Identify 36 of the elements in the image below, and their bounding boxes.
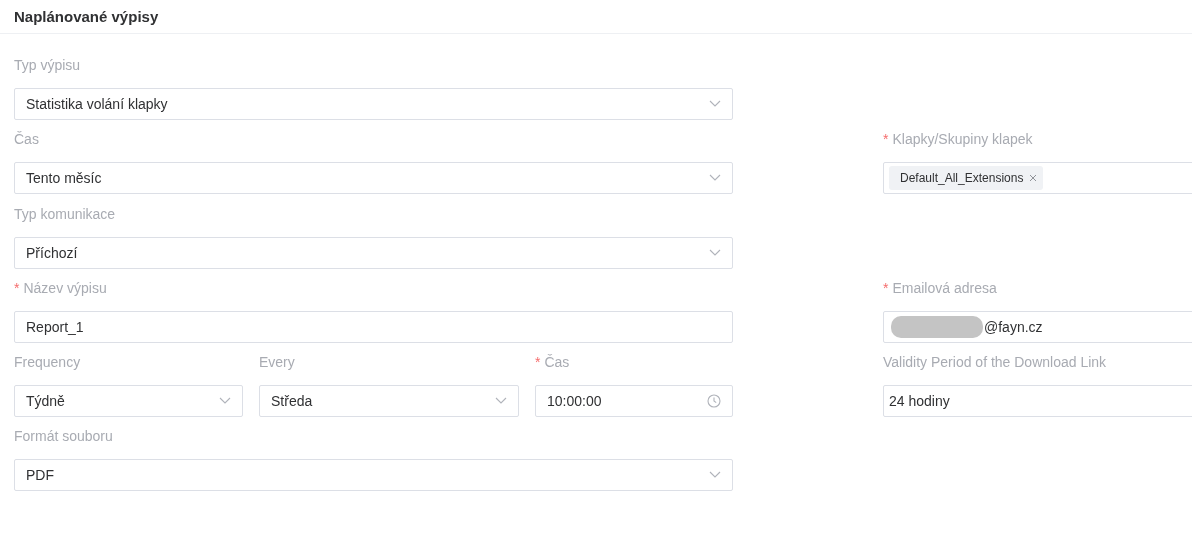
chevron-down-icon — [709, 471, 721, 479]
field-label: Formát souboru — [14, 428, 113, 444]
chevron-down-icon — [709, 100, 721, 108]
field-label: Typ výpisu — [14, 57, 81, 73]
input-field[interactable]: 24 hodiny — [883, 385, 1192, 417]
chevron-down-icon — [709, 249, 721, 257]
input-field[interactable]: @fayn.cz — [883, 311, 1192, 343]
field-label: Frequency — [14, 354, 81, 370]
chevron-down-icon — [495, 397, 507, 405]
input-field[interactable]: 10:00:00 — [535, 385, 733, 417]
close-icon[interactable] — [1029, 174, 1038, 182]
chevron-down-icon — [219, 397, 231, 405]
select-field[interactable]: Týdně — [14, 385, 243, 417]
select-field[interactable]: Středa — [259, 385, 519, 417]
field-label: Every — [259, 354, 295, 370]
field-label: Validity Period of the Download Link — [883, 354, 1107, 370]
page-title: Naplánované výpisy — [14, 8, 159, 25]
required-mark: * — [883, 280, 889, 296]
input-field[interactable]: Report_1 — [14, 311, 733, 343]
field-label: Čas — [544, 354, 570, 370]
select-field[interactable]: PDF — [14, 459, 733, 491]
tag-chip[interactable]: Default_All_Extensions — [889, 166, 1044, 190]
select-field[interactable]: Příchozí — [14, 237, 733, 269]
field-label: Emailová adresa — [892, 280, 997, 296]
field-label: Název výpisu — [23, 280, 107, 296]
chevron-down-icon — [709, 174, 721, 182]
select-field[interactable]: Tento měsíc — [14, 162, 733, 194]
field-label: Typ komunikace — [14, 206, 116, 222]
field-label: Klapky/Skupiny klapek — [892, 131, 1033, 147]
required-mark: * — [535, 354, 541, 370]
select-field[interactable]: Statistika volání klapky — [14, 88, 733, 120]
clock-icon — [707, 394, 721, 408]
tag-select-field[interactable]: Default_All_Extensions — [883, 162, 1192, 194]
field-label: Čas — [14, 131, 39, 147]
required-mark: * — [14, 280, 20, 296]
required-mark: * — [883, 131, 889, 147]
